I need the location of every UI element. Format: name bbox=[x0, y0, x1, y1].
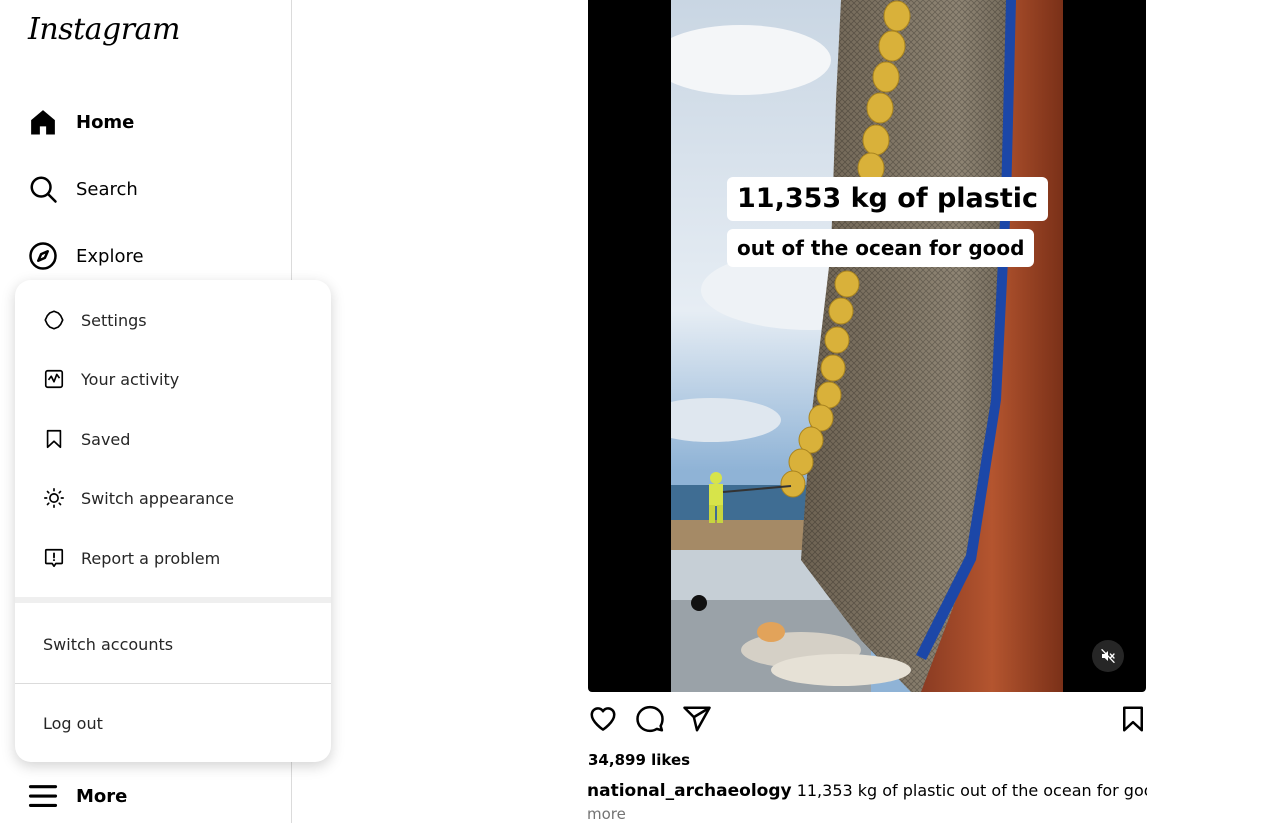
video-overlay-text: 11,353 kg of plastic bbox=[727, 177, 1049, 221]
menu-item-settings[interactable]: Settings bbox=[15, 298, 331, 342]
menu-item-label: Settings bbox=[81, 310, 147, 330]
menu-item-saved[interactable]: Saved bbox=[15, 417, 331, 461]
menu-divider bbox=[15, 597, 331, 603]
switch-accounts-button[interactable]: Switch accounts bbox=[15, 614, 331, 674]
sidebar-item-search[interactable]: Search bbox=[28, 169, 138, 209]
share-icon[interactable] bbox=[682, 704, 712, 734]
mute-toggle-button[interactable] bbox=[1092, 640, 1124, 672]
sidebar-item-label: Search bbox=[76, 178, 138, 200]
muted-speaker-icon bbox=[1101, 649, 1115, 663]
comment-icon[interactable] bbox=[635, 704, 665, 734]
caption-text: 11,353 kg of plastic out of the ocean fo… bbox=[796, 781, 1147, 800]
menu-item-label: Your activity bbox=[81, 369, 180, 389]
activity-icon bbox=[44, 369, 64, 389]
sun-icon bbox=[44, 488, 64, 508]
menu-item-label: Report a problem bbox=[81, 548, 221, 568]
post-username[interactable]: national_archaeology bbox=[587, 781, 792, 801]
sidebar-item-label: Explore bbox=[76, 245, 144, 267]
video-frame bbox=[671, 0, 1063, 692]
report-icon bbox=[44, 548, 64, 568]
heart-icon[interactable] bbox=[588, 704, 618, 734]
gear-icon bbox=[44, 310, 64, 330]
explore-icon bbox=[29, 242, 57, 270]
bookmark-icon[interactable] bbox=[1118, 704, 1148, 734]
log-out-button[interactable]: Log out bbox=[15, 693, 331, 753]
menu-item-switch-appearance[interactable]: Switch appearance bbox=[15, 476, 331, 520]
menu-icon bbox=[28, 785, 58, 807]
caption-more-link[interactable]: more bbox=[587, 805, 626, 823]
bookmark-icon bbox=[46, 429, 62, 449]
menu-item-report-problem[interactable]: Report a problem bbox=[15, 536, 331, 580]
sidebar-item-explore[interactable]: Explore bbox=[28, 236, 144, 276]
sidebar-item-label: Home bbox=[76, 111, 135, 133]
video-overlay-text: out of the ocean for good bbox=[727, 229, 1035, 267]
instagram-logo[interactable]: Instagram bbox=[28, 12, 180, 47]
home-icon bbox=[31, 110, 55, 135]
menu-item-label: Saved bbox=[81, 429, 131, 449]
sidebar-item-label: More bbox=[76, 785, 128, 807]
video-still-image bbox=[671, 0, 1063, 692]
sidebar-item-more[interactable]: More bbox=[28, 776, 127, 816]
search-icon bbox=[30, 176, 57, 203]
more-menu: Settings Your activity Saved Switch appe… bbox=[15, 280, 331, 762]
likes-count[interactable]: 34,899 likes bbox=[588, 751, 690, 769]
post-video[interactable]: 11,353 kg of plastic out of the ocean fo… bbox=[588, 0, 1146, 692]
post-caption: national_archaeology 11,353 kg of plasti… bbox=[587, 781, 1147, 801]
post-actions bbox=[588, 704, 1146, 738]
menu-item-your-activity[interactable]: Your activity bbox=[15, 357, 331, 401]
menu-item-label: Switch appearance bbox=[81, 488, 234, 508]
sidebar-item-home[interactable]: Home bbox=[28, 102, 134, 142]
menu-divider bbox=[15, 683, 331, 684]
